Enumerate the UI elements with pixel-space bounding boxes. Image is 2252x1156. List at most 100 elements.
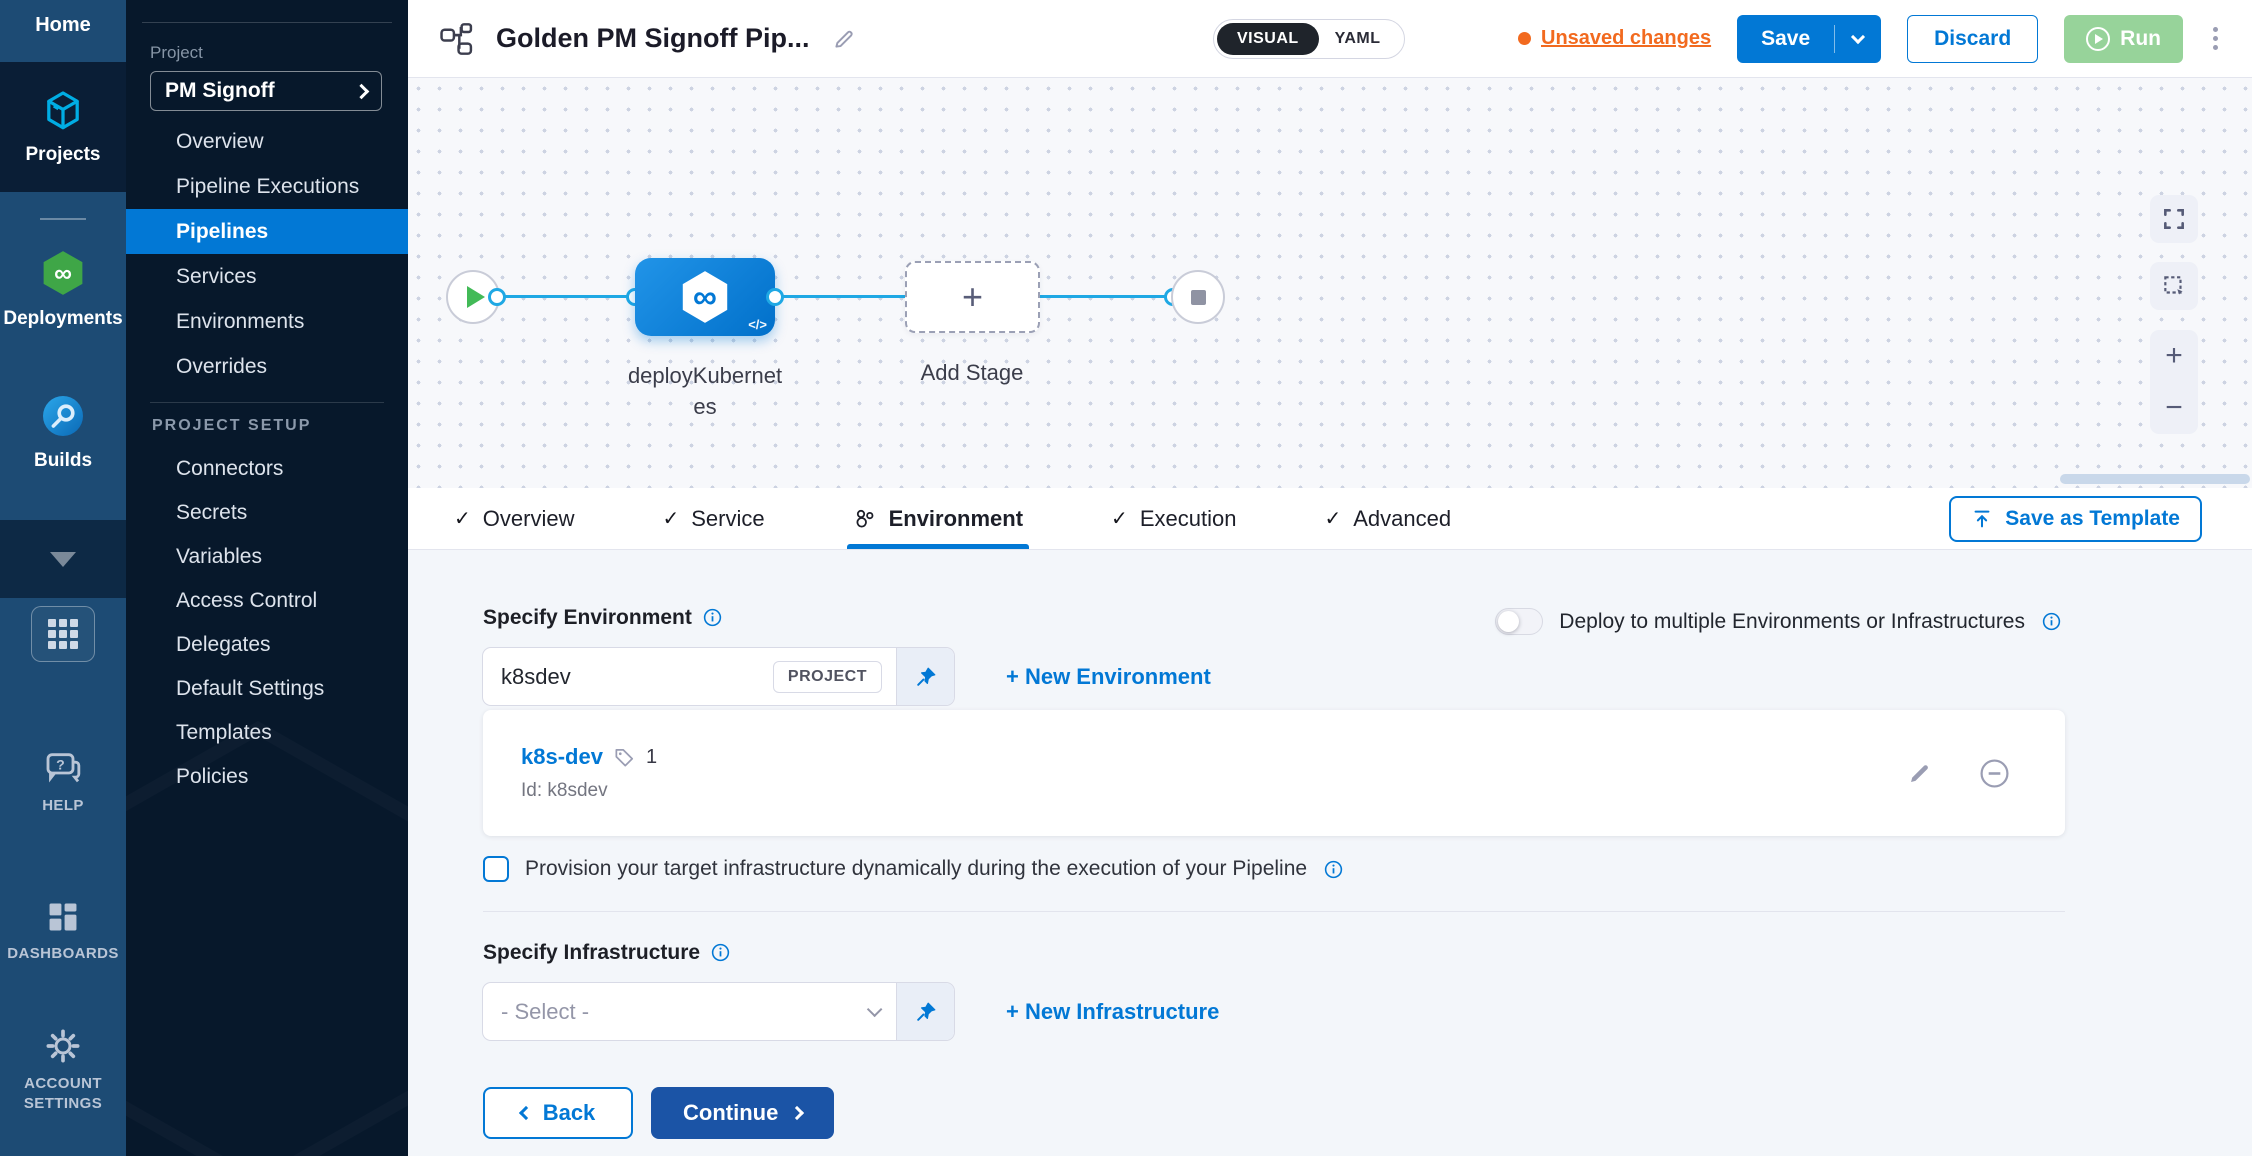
nav-help[interactable]: ? HELP bbox=[0, 748, 126, 816]
tab-execution[interactable]: ✓ Execution bbox=[1111, 488, 1236, 549]
canvas-horizontal-scrollbar[interactable] bbox=[2060, 474, 2250, 484]
nav-builds[interactable]: Builds bbox=[0, 392, 126, 472]
new-infrastructure-link[interactable]: + New Infrastructure bbox=[1006, 999, 1219, 1025]
back-button[interactable]: Back bbox=[483, 1087, 633, 1139]
pipeline-end-node[interactable] bbox=[1171, 270, 1225, 324]
more-options-button[interactable] bbox=[2209, 23, 2222, 54]
add-stage-label: Add Stage bbox=[872, 360, 1072, 386]
visual-yaml-toggle[interactable]: VISUAL YAML bbox=[1213, 19, 1405, 59]
toggle-visual[interactable]: VISUAL bbox=[1217, 23, 1319, 55]
pencil-icon bbox=[1906, 760, 1933, 787]
provision-checkbox[interactable] bbox=[483, 856, 509, 882]
sidebar-item-templates[interactable]: Templates bbox=[126, 711, 408, 755]
pipeline-canvas[interactable]: ∞ </> + deployKubernet es Add Stage bbox=[408, 78, 2252, 488]
nav-help-label: HELP bbox=[42, 796, 84, 816]
info-icon[interactable] bbox=[2041, 611, 2062, 632]
sidebar-item-delegates[interactable]: Delegates bbox=[126, 623, 408, 667]
tab-service[interactable]: ✓ Service bbox=[662, 488, 764, 549]
zoom-controls: + − bbox=[2150, 330, 2198, 434]
tab-advanced[interactable]: ✓ Advanced bbox=[1324, 488, 1451, 549]
info-icon[interactable] bbox=[710, 942, 731, 963]
header-actions: Unsaved changes Save Discard Run bbox=[1518, 15, 2222, 63]
nav-builds-label: Builds bbox=[34, 450, 92, 472]
module-grid-button[interactable] bbox=[31, 606, 95, 662]
zoom-out-button[interactable]: − bbox=[2150, 382, 2198, 434]
environment-name-link[interactable]: k8s-dev bbox=[521, 744, 603, 770]
run-button[interactable]: Run bbox=[2064, 15, 2183, 63]
project-name: PM Signoff bbox=[165, 79, 275, 103]
project-selector[interactable]: PM Signoff bbox=[150, 71, 382, 111]
pipeline-icon bbox=[438, 22, 476, 56]
nav-account-settings[interactable]: ACCOUNT SETTINGS bbox=[0, 1026, 126, 1114]
nav-home[interactable]: Home bbox=[0, 0, 126, 62]
save-as-template-button[interactable]: Save as Template bbox=[1949, 496, 2202, 542]
info-icon[interactable] bbox=[1323, 859, 1344, 880]
sidebar-item-services[interactable]: Services bbox=[126, 254, 408, 299]
edit-title-button[interactable] bbox=[831, 26, 857, 52]
projects-cube-icon bbox=[40, 88, 86, 134]
tab-overview[interactable]: ✓ Overview bbox=[454, 488, 574, 549]
discard-button[interactable]: Discard bbox=[1907, 15, 2038, 63]
stage-node-deploykubernetes[interactable]: ∞ </> bbox=[635, 258, 775, 336]
environment-card-actions bbox=[1906, 758, 2010, 789]
sidebar-item-connectors[interactable]: Connectors bbox=[126, 447, 408, 491]
sidebar-item-policies[interactable]: Policies bbox=[126, 755, 408, 799]
grid-icon bbox=[48, 619, 78, 649]
pipeline-edge bbox=[497, 295, 635, 298]
sidebar-section-divider bbox=[150, 402, 384, 403]
connector-port[interactable] bbox=[488, 288, 506, 306]
svg-text:∞: ∞ bbox=[693, 279, 717, 316]
sidebar-item-pipeline-executions[interactable]: Pipeline Executions bbox=[126, 164, 408, 209]
sidebar-item-overrides[interactable]: Overrides bbox=[126, 344, 408, 389]
run-play-icon bbox=[2086, 27, 2110, 51]
connector-port[interactable] bbox=[766, 288, 784, 306]
new-environment-link[interactable]: + New Environment bbox=[1006, 664, 1211, 690]
module-rail: Home Projects ∞ Deployments bbox=[0, 0, 126, 1156]
code-icon: </> bbox=[748, 317, 767, 332]
sidebar-item-pipelines[interactable]: Pipelines bbox=[126, 209, 408, 254]
zoom-in-button[interactable]: + bbox=[2150, 330, 2198, 382]
nav-dashboards-label: DASHBOARDS bbox=[7, 944, 119, 964]
sidebar-item-overview[interactable]: Overview bbox=[126, 119, 408, 164]
nav-dashboards[interactable]: DASHBOARDS bbox=[0, 898, 126, 964]
check-icon: ✓ bbox=[1111, 506, 1128, 531]
edit-environment-button[interactable] bbox=[1906, 760, 1933, 787]
tab-environment[interactable]: Environment bbox=[853, 488, 1023, 549]
wizard-buttons: Back Continue bbox=[483, 1087, 2252, 1139]
save-options-button[interactable] bbox=[1835, 15, 1881, 63]
stage-label-line1: deployKubernet bbox=[625, 360, 785, 391]
nav-deployments[interactable]: ∞ Deployments bbox=[0, 248, 126, 330]
sidebar-item-secrets[interactable]: Secrets bbox=[126, 491, 408, 535]
save-button[interactable]: Save bbox=[1737, 15, 1834, 63]
zoom-to-fit-button[interactable] bbox=[2150, 195, 2198, 243]
toggle-yaml[interactable]: YAML bbox=[1319, 30, 1397, 48]
multi-environment-switch[interactable] bbox=[1495, 608, 1543, 635]
tab-environment-label: Environment bbox=[889, 506, 1023, 532]
sidebar-item-default-settings[interactable]: Default Settings bbox=[126, 667, 408, 711]
back-button-label: Back bbox=[543, 1100, 596, 1126]
continue-button-label: Continue bbox=[683, 1100, 778, 1126]
nav-projects-label: Projects bbox=[26, 144, 101, 166]
continue-button[interactable]: Continue bbox=[651, 1087, 834, 1139]
unsaved-dot-icon bbox=[1518, 32, 1531, 45]
help-chat-icon: ? bbox=[42, 748, 84, 788]
nav-projects[interactable]: Projects bbox=[0, 62, 126, 192]
marquee-select-button[interactable] bbox=[2150, 262, 2198, 310]
sidebar-item-environments[interactable]: Environments bbox=[126, 299, 408, 344]
unsaved-changes[interactable]: Unsaved changes bbox=[1518, 27, 1711, 50]
project-setup-heading: PROJECT SETUP bbox=[152, 417, 408, 435]
cd-stage-icon: ∞ bbox=[674, 266, 736, 328]
sidebar-item-access-control[interactable]: Access Control bbox=[126, 579, 408, 623]
add-stage-button[interactable]: + bbox=[905, 261, 1040, 333]
infrastructure-select[interactable]: - Select - bbox=[483, 983, 954, 1040]
pencil-icon bbox=[831, 26, 857, 52]
rail-collapse-strip[interactable] bbox=[0, 520, 126, 598]
pin-button[interactable] bbox=[896, 983, 954, 1040]
sidebar-item-variables[interactable]: Variables bbox=[126, 535, 408, 579]
pin-button[interactable] bbox=[896, 648, 954, 705]
remove-environment-button[interactable] bbox=[1979, 758, 2010, 789]
info-icon[interactable] bbox=[702, 607, 723, 628]
specify-infrastructure-row: Specify Infrastructure bbox=[483, 940, 2252, 965]
project-label: Project bbox=[150, 43, 408, 63]
environment-input[interactable] bbox=[483, 648, 773, 705]
